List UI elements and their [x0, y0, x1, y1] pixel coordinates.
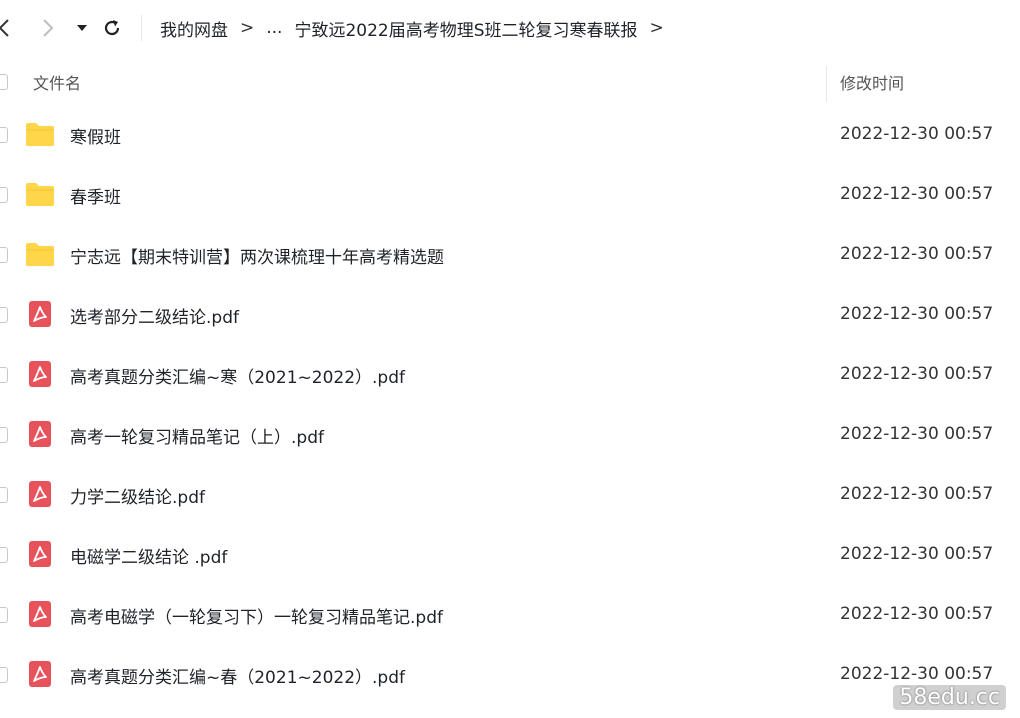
pdf-icon	[29, 601, 51, 627]
pdf-icon	[29, 301, 51, 327]
pdf-icon-wrap	[25, 301, 55, 327]
breadcrumb-ellipsis[interactable]: ...	[266, 18, 282, 38]
file-modified-time: 2022-12-30 00:57	[840, 544, 994, 564]
file-modified-time: 2022-12-30 00:57	[840, 184, 994, 204]
folder-icon	[26, 243, 54, 266]
column-resize-handle[interactable]	[826, 66, 827, 102]
file-name[interactable]: 高考真题分类汇编~春（2021~2022）.pdf	[70, 663, 405, 688]
file-modified-time: 2022-12-30 00:57	[840, 424, 994, 444]
column-header-modified[interactable]: 修改时间	[840, 70, 904, 94]
file-row[interactable]: 高考一轮复习精品笔记（上）.pdf 2022-12-30 00:57	[0, 404, 1020, 464]
file-row[interactable]: 宁志远【期末特训营】两次课梳理十年高考精选题 2022-12-30 00:57	[0, 224, 1020, 284]
row-checkbox[interactable]	[0, 307, 8, 323]
breadcrumb: 我的网盘 > ... 宁致远2022届高考物理S班二轮复习寒春联报 >	[160, 14, 676, 42]
file-name[interactable]: 电磁学二级结论 .pdf	[70, 543, 227, 568]
pdf-icon-wrap	[25, 421, 55, 447]
pdf-icon-wrap	[25, 541, 55, 567]
pdf-icon	[29, 421, 51, 447]
breadcrumb-separator: >	[240, 18, 255, 38]
refresh-button[interactable]	[100, 14, 124, 42]
file-name[interactable]: 高考电磁学（一轮复习下）一轮复习精品笔记.pdf	[70, 603, 443, 628]
file-row[interactable]: 电磁学二级结论 .pdf 2022-12-30 00:57	[0, 524, 1020, 584]
file-row[interactable]: 选考部分二级结论.pdf 2022-12-30 00:57	[0, 284, 1020, 344]
watermark: 58edu.cc	[893, 685, 1006, 710]
breadcrumb-separator: >	[649, 18, 664, 38]
pdf-icon	[29, 541, 51, 567]
file-name[interactable]: 选考部分二级结论.pdf	[70, 303, 239, 328]
file-modified-time: 2022-12-30 00:57	[840, 604, 994, 624]
file-row[interactable]: 高考真题分类汇编~寒（2021~2022）.pdf 2022-12-30 00:5…	[0, 344, 1020, 404]
row-checkbox[interactable]	[0, 427, 8, 443]
toolbar: 我的网盘 > ... 宁致远2022届高考物理S班二轮复习寒春联报 >	[0, 0, 1020, 58]
file-name[interactable]: 春季班	[70, 183, 121, 208]
pdf-icon	[29, 661, 51, 687]
row-checkbox[interactable]	[0, 187, 8, 203]
row-checkbox[interactable]	[0, 547, 8, 563]
row-checkbox[interactable]	[0, 127, 8, 143]
file-name[interactable]: 高考一轮复习精品笔记（上）.pdf	[70, 423, 324, 448]
file-row[interactable]: 寒假班 2022-12-30 00:57	[0, 104, 1020, 164]
pdf-icon-wrap	[25, 361, 55, 387]
file-name[interactable]: 高考真题分类汇编~寒（2021~2022）.pdf	[70, 363, 405, 388]
history-dropdown-button[interactable]	[70, 14, 94, 42]
caret-down-icon	[77, 25, 87, 31]
row-checkbox[interactable]	[0, 247, 8, 263]
folder-icon-wrap	[25, 121, 55, 147]
row-checkbox[interactable]	[0, 367, 8, 383]
folder-icon	[26, 123, 54, 146]
refresh-icon	[104, 20, 120, 36]
file-modified-time: 2022-12-30 00:57	[840, 664, 994, 684]
toolbar-divider	[141, 15, 142, 41]
forward-button[interactable]	[36, 14, 60, 42]
folder-icon-wrap	[25, 181, 55, 207]
select-all-checkbox[interactable]	[0, 74, 8, 90]
file-modified-time: 2022-12-30 00:57	[840, 304, 994, 324]
file-list-header: 文件名 修改时间	[0, 58, 1020, 104]
file-modified-time: 2022-12-30 00:57	[840, 244, 994, 264]
row-checkbox[interactable]	[0, 667, 8, 683]
file-row[interactable]: 高考真题分类汇编~春（2021~2022）.pdf 2022-12-30 00:5…	[0, 644, 1020, 704]
file-modified-time: 2022-12-30 00:57	[840, 364, 994, 384]
breadcrumb-root[interactable]: 我的网盘	[160, 16, 228, 41]
pdf-icon-wrap	[25, 481, 55, 507]
file-row[interactable]: 高考电磁学（一轮复习下）一轮复习精品笔记.pdf 2022-12-30 00:57	[0, 584, 1020, 644]
row-checkbox[interactable]	[0, 607, 8, 623]
file-modified-time: 2022-12-30 00:57	[840, 124, 994, 144]
pdf-icon	[29, 361, 51, 387]
file-name[interactable]: 寒假班	[70, 123, 121, 148]
pdf-icon-wrap	[25, 601, 55, 627]
file-modified-time: 2022-12-30 00:57	[840, 484, 994, 504]
file-name[interactable]: 宁志远【期末特训营】两次课梳理十年高考精选题	[70, 243, 444, 268]
breadcrumb-current[interactable]: 宁致远2022届高考物理S班二轮复习寒春联报	[294, 16, 637, 41]
pdf-icon-wrap	[25, 661, 55, 687]
row-checkbox[interactable]	[0, 487, 8, 503]
folder-icon-wrap	[25, 241, 55, 267]
column-header-name[interactable]: 文件名	[33, 70, 81, 94]
folder-icon	[26, 183, 54, 206]
pdf-icon	[29, 481, 51, 507]
file-row[interactable]: 春季班 2022-12-30 00:57	[0, 164, 1020, 224]
file-row[interactable]: 力学二级结论.pdf 2022-12-30 00:57	[0, 464, 1020, 524]
back-button[interactable]	[0, 14, 16, 42]
file-name[interactable]: 力学二级结论.pdf	[70, 483, 205, 508]
chevron-right-icon	[43, 19, 54, 37]
chevron-left-icon	[0, 19, 9, 37]
